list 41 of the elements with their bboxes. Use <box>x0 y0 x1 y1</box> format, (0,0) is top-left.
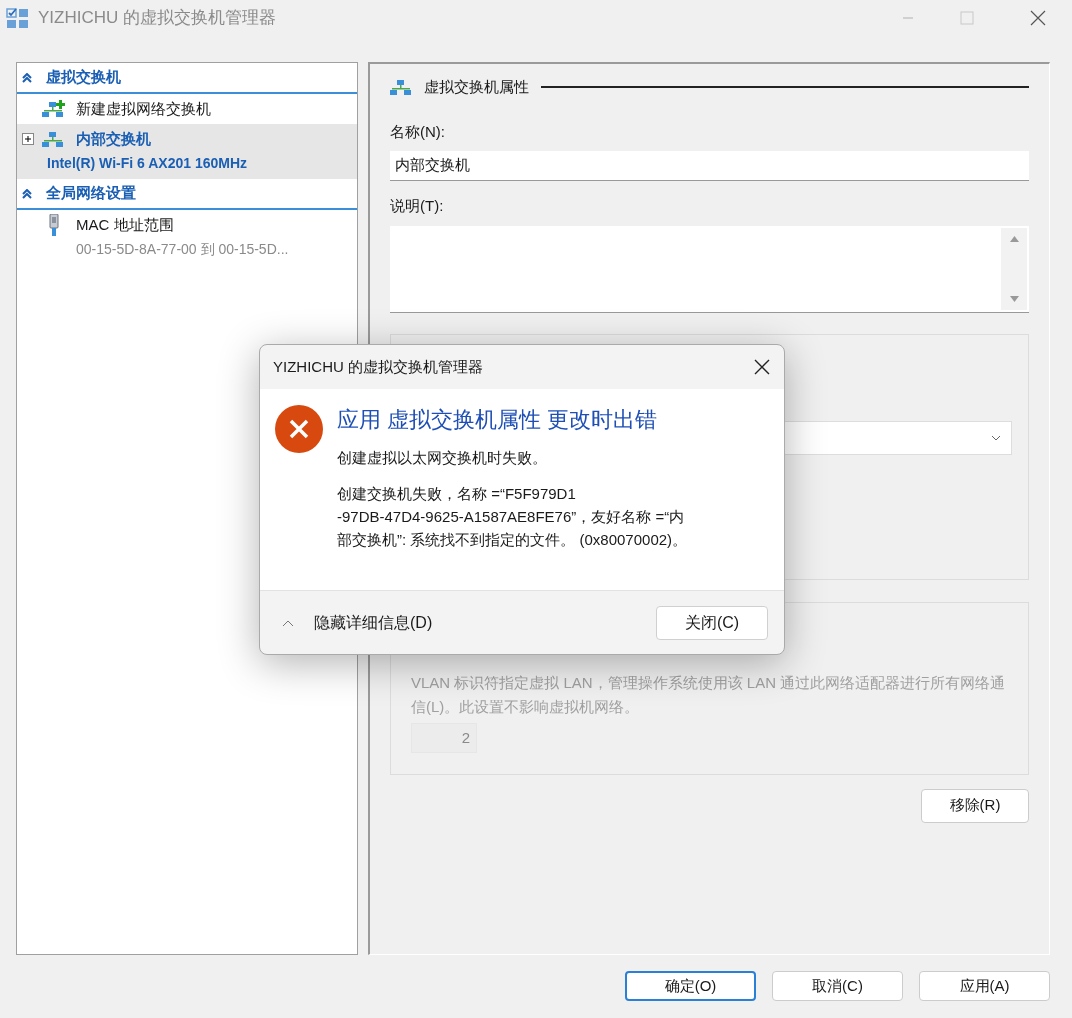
error-heading: 应用 虚拟交换机属性 更改时出错 <box>337 406 659 434</box>
chevron-down-icon[interactable] <box>991 434 1001 441</box>
remove-button[interactable]: 移除(R) <box>921 788 1029 823</box>
section-heading: 全局网络设置 <box>46 183 136 204</box>
section-heading: 虚拟交换机属性 <box>424 77 529 97</box>
item-label: MAC 地址范围 <box>76 214 174 235</box>
dialog-button[interactable]: 应用(A) <box>919 971 1050 1001</box>
scroll-down-icon[interactable] <box>1009 295 1019 302</box>
scroll-up-icon[interactable] <box>1009 235 1019 242</box>
details-toggle[interactable]: 隐藏详细信息(D) <box>314 610 656 635</box>
chevron-up-icon[interactable] <box>282 618 294 627</box>
error-icon <box>275 405 323 453</box>
description-field[interactable] <box>390 225 1029 313</box>
vlan-description: VLAN 标识符指定虚拟 LAN，管理操作系统使用该 LAN 通过此网络适配器进行所有网络通信(L)。此设置不影响虚拟机网络。 <box>411 672 1007 717</box>
field-label: 说明(T): <box>390 196 445 216</box>
scrollbar[interactable] <box>1001 227 1027 310</box>
item-detail: 00-15-5D-8A-77-00 到 00-15-5D... <box>75 240 289 259</box>
dialog-title: YIZHICHU 的虚拟交换机管理器 <box>273 356 484 377</box>
error-message: 创建虚拟以太网交换机时失败。 <box>337 448 548 468</box>
network-add-icon <box>42 100 66 118</box>
network-adapter-icon <box>47 214 61 236</box>
item-label: 内部交换机 <box>76 128 151 149</box>
error-details: 创建交换机失败，名称 =“F5F979D1 -97DB-47D4-9625-A1587AE8FE76”，友好名称 =“内部交换机”: 系统找不到指定的文件。 (0x80070002)。 <box>337 483 689 550</box>
expand-icon[interactable] <box>22 133 34 145</box>
network-icon <box>42 130 66 148</box>
item-detail: Intel(R) Wi-Fi 6 AX201 160MHz <box>46 154 248 173</box>
window-title: YIZHICHU 的虚拟交换机管理器 <box>38 7 276 30</box>
dialog-button[interactable]: 取消(C) <box>772 971 903 1001</box>
network-icon <box>390 78 414 97</box>
section-heading: 虚拟交换机 <box>46 67 121 88</box>
dialog-button[interactable]: 确定(O) <box>625 971 756 1001</box>
field-label: 名称(N): <box>390 121 446 142</box>
app-icon <box>6 7 30 29</box>
sidebar-item[interactable]: 内部交换机 Intel(R) Wi-Fi 6 AX201 160MHz <box>17 124 357 179</box>
collapse-icon[interactable] <box>22 72 32 83</box>
item-label: 新建虚拟网络交换机 <box>76 98 211 119</box>
name-field[interactable]: 内部交换机 <box>390 151 1029 181</box>
collapse-icon[interactable] <box>22 188 32 199</box>
close-button[interactable]: 关闭(C) <box>656 605 768 640</box>
close-icon[interactable] <box>754 359 770 375</box>
close-icon[interactable] <box>1030 10 1046 26</box>
